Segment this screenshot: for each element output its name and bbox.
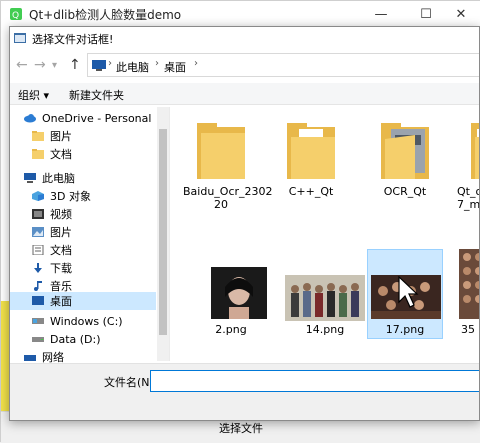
navigation-bar: ← → ▾ ↑ › 此电脑 › 桌面 › [10,51,479,81]
chevron-right-icon: › [194,58,198,69]
tree-item-3d-objects[interactable]: 3D 对象 [32,187,91,205]
tree-item-label: 网络 [42,351,64,363]
folder-icon [32,149,44,159]
desktop-icon [32,296,44,305]
tree-item-label: Data (D:) [50,332,101,346]
navigation-pane: OneDrive - Personal 图片 文档 此电脑 3D 对象 视频 图… [10,107,170,363]
tree-item-label: 文档 [50,148,72,161]
cloud-icon [24,114,36,123]
file-view: Baidu_Ocr_2302 20 C++_Qt OCR_Qt Qt_ 7_m … [171,107,480,361]
folder-icon [32,131,44,141]
tree-item-videos[interactable]: 视频 [32,205,72,223]
tree-item-this-pc[interactable]: 此电脑 [24,169,75,187]
image-thumbnail [285,275,365,321]
new-folder-button[interactable]: 新建文件夹 [69,87,124,103]
main-window-title: Qt+dlib检测人脸数量demo [29,8,182,22]
tree-item-label: 视频 [50,208,72,221]
image-thumbnail [211,267,267,319]
filename-input[interactable] [150,370,479,392]
folder-item[interactable]: Qt_ope 7_mov [457,111,480,229]
image-thumbnail [459,249,479,319]
forward-arrow-icon[interactable]: → [34,57,46,73]
tree-item-label: 图片 [50,130,72,143]
dialog-titlebar: 选择文件对话框! [10,27,479,49]
tree-item-label: Windows (C:) [50,314,123,328]
recent-dropdown-icon[interactable]: ▾ [52,60,57,71]
organize-button[interactable]: 组织 ▾ [18,87,49,103]
tree-item-pictures[interactable]: 图片 [32,223,72,241]
tree-item-label: 3D 对象 [50,190,91,203]
file-dialog: 选择文件对话框! ← → ▾ ↑ › 此电脑 › 桌面 › 组织 ▾ 新建文件夹… [9,26,480,421]
tree-item-downloads[interactable]: 下载 [32,259,72,277]
chevron-right-icon: › [108,58,112,69]
tree-item-documents[interactable]: 文档 [32,241,72,259]
image-file-item[interactable]: 14.png [285,249,365,361]
folder-item[interactable]: C++_Qt [273,111,349,229]
file-label: Qt_ope 7_mov [457,185,480,211]
network-icon [24,355,36,361]
download-icon [34,263,42,273]
maximize-button[interactable]: ☐ [406,1,446,27]
folder-icon [197,123,245,179]
tree-item-label: 此电脑 [42,172,75,185]
tree-item-label: OneDrive - Personal [42,111,152,125]
folder-icon [287,123,335,179]
file-label: 2.png [215,323,247,336]
command-bar: 组织 ▾ 新建文件夹 [10,83,479,105]
breadcrumb-desktop[interactable]: 桌面 [164,59,186,75]
video-icon [32,209,44,219]
main-titlebar: Q Qt+dlib检测人脸数量demo — ☐ ✕ [1,1,480,27]
file-label: C++_Qt [288,185,334,198]
app-icon: Q [10,8,22,21]
folder-item[interactable]: OCR_Qt [367,111,443,229]
folder-item[interactable]: Baidu_Ocr_2302 20 [183,111,273,229]
file-label: OCR_Qt [383,185,427,198]
minimize-button[interactable]: — [361,1,401,27]
drive-icon [32,318,44,324]
back-arrow-icon[interactable]: ← [16,57,28,73]
tree-item-label: 图片 [50,226,72,239]
up-arrow-icon[interactable]: ↑ [69,57,81,73]
tree-item-drive-c[interactable]: Windows (C:) [32,312,123,330]
tree-item-documents-onedrive[interactable]: 文档 [32,145,72,163]
nav-scrollbar[interactable] [157,107,169,361]
image-file-item[interactable]: 2.png [193,249,269,361]
chevron-right-icon: › [155,58,159,69]
tree-item-label: 桌面 [50,295,72,308]
file-label: 14.png [305,323,345,336]
close-button[interactable]: ✕ [441,1,480,27]
svg-text:Q: Q [12,11,19,21]
dialog-app-icon [14,33,26,43]
tree-item-drive-d[interactable]: Data (D:) [32,330,101,348]
music-icon [34,281,42,291]
drive-icon [32,337,44,342]
file-label: 35 [461,323,475,336]
folder-icon [381,123,429,179]
tree-item-pictures-onedrive[interactable]: 图片 [32,127,72,145]
image-file-item[interactable]: 35 [457,249,479,361]
folder-icon [471,123,479,179]
tree-item-onedrive[interactable]: OneDrive - Personal [24,109,151,127]
tree-item-network[interactable]: 网络 [24,351,64,363]
nav-scroll-thumb[interactable] [159,129,167,335]
dialog-bottom-bar: 文件名(N): [10,363,479,420]
document-icon [32,245,44,255]
file-label: 17.png [385,323,425,336]
dialog-title: 选择文件对话框! [32,33,114,46]
mouse-cursor-icon [398,276,419,308]
breadcrumb-pc[interactable]: 此电脑 [116,59,149,75]
cube-icon [32,191,44,201]
pc-icon [24,173,36,183]
tree-item-label: 文档 [50,244,72,257]
pc-icon [92,60,106,71]
tree-item-desktop[interactable]: 桌面 [32,292,72,310]
tree-item-label: 下载 [50,262,72,275]
address-bar[interactable]: › 此电脑 › 桌面 › [87,53,479,77]
picture-icon [32,227,44,237]
file-label: Baidu_Ocr_2302 20 [183,185,273,211]
